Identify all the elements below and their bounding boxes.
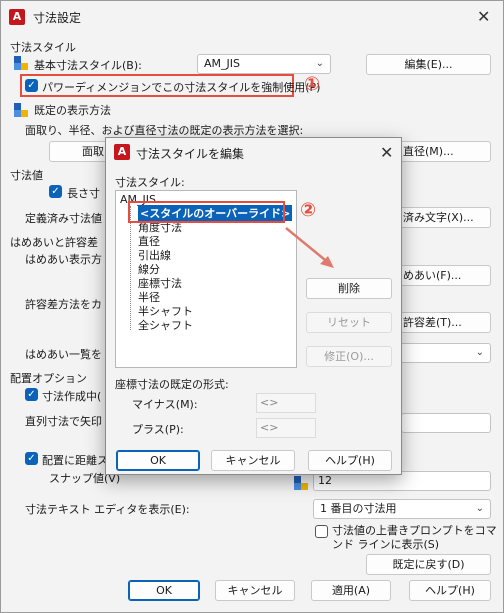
- section-default-display: 既定の表示方法: [34, 104, 111, 117]
- section-dim-value: 寸法値: [10, 169, 43, 182]
- apply-button[interactable]: 適用(A): [311, 580, 391, 601]
- modify-style-button[interactable]: 修正(O)...: [306, 346, 392, 367]
- force-style-checkbox[interactable]: ✓: [25, 79, 38, 92]
- minus-label: マイナス(M):: [132, 398, 198, 411]
- base-style-value: AM_JIS: [204, 57, 240, 70]
- place-distance-checkbox[interactable]: ✓: [25, 452, 38, 465]
- plus-value: <>: [260, 421, 279, 434]
- annotation-marker-1: ①: [304, 73, 321, 95]
- dialog-ok-button[interactable]: OK: [116, 450, 200, 471]
- chevron-down-icon: ⌄: [475, 503, 484, 514]
- section-fit-tolerance: はめあいと許容差: [10, 236, 98, 249]
- annotation-arrow-icon: [285, 227, 334, 268]
- snap-icon: [294, 476, 308, 490]
- tolerance-method-label: 許容差方法をカ: [25, 298, 102, 311]
- tree-line: [130, 206, 131, 330]
- list-item[interactable]: 全シャフト: [138, 317, 193, 333]
- fit-list-label: はめあい一覧を: [25, 348, 102, 361]
- minus-field[interactable]: <>: [256, 393, 316, 413]
- predefined-text-button[interactable]: 済み文字(X)...: [398, 207, 491, 228]
- overwrite-prompt-checkbox[interactable]: [315, 525, 328, 538]
- chamfer-button[interactable]: 面取: [49, 141, 111, 162]
- long-dim-label: 長さ寸: [67, 187, 100, 200]
- title-bar: A 寸法設定 ✕: [1, 1, 503, 33]
- edit-style-button[interactable]: 編集(E)...: [366, 54, 491, 75]
- dialog-close-icon[interactable]: ✕: [380, 143, 393, 162]
- chevron-down-icon: ⌄: [475, 347, 484, 358]
- minus-value: <>: [260, 396, 279, 409]
- fit-list-combo[interactable]: ⌄: [398, 343, 491, 363]
- dialog-title: 寸法スタイルを編集: [136, 147, 245, 161]
- series-field[interactable]: [401, 413, 491, 433]
- text-editor-label: 寸法テキスト エディタを表示(E):: [25, 503, 190, 516]
- reset-style-button[interactable]: リセット: [306, 312, 392, 333]
- text-editor-combo[interactable]: 1 番目の寸法用 ⌄: [313, 499, 491, 519]
- chevron-down-icon: ⌄: [315, 58, 324, 69]
- highlight-box-2: [128, 201, 285, 223]
- section-placement: 配置オプション: [10, 372, 87, 385]
- section-dimstyle: 寸法スタイル: [10, 41, 76, 54]
- plus-label: プラス(P):: [132, 423, 184, 436]
- default-display-icon: [14, 103, 28, 117]
- window-title: 寸法設定: [33, 11, 82, 25]
- edit-dimstyle-dialog: A 寸法スタイルを編集 ✕ 寸法スタイル: AM_JIS <スタイルのオーバーラ…: [105, 137, 402, 475]
- delete-style-button[interactable]: 削除: [306, 278, 392, 299]
- restore-default-button[interactable]: 既定に戻す(D): [366, 554, 491, 575]
- predefined-label: 定義済み寸法値: [25, 212, 102, 225]
- coord-format-label: 座標寸法の既定の形式:: [115, 378, 229, 391]
- dialog-app-icon: A: [114, 144, 130, 160]
- cancel-button[interactable]: キャンセル: [215, 580, 295, 601]
- app-icon: A: [9, 9, 25, 25]
- ok-button[interactable]: OK: [128, 580, 200, 601]
- long-dim-checkbox[interactable]: ✓: [49, 185, 62, 198]
- create-label: 寸法作成中(: [42, 390, 102, 403]
- text-editor-value: 1 番目の寸法用: [320, 502, 397, 515]
- series-label: 直列寸法で矢印: [25, 415, 102, 428]
- base-style-combo[interactable]: AM_JIS ⌄: [197, 54, 331, 74]
- dialog-cancel-button[interactable]: キャンセル: [211, 450, 295, 471]
- force-style-label: パワーディメンジョンでこの寸法スタイルを強制使用(P): [42, 81, 321, 94]
- fit-display-label: はめあい表示方: [25, 253, 102, 266]
- base-style-label: 基本寸法スタイル(B):: [34, 59, 142, 72]
- plus-field[interactable]: <>: [256, 418, 316, 438]
- help-button[interactable]: ヘルプ(H): [409, 580, 491, 601]
- create-checkbox[interactable]: ✓: [25, 388, 38, 401]
- dimstyle-icon: [14, 56, 28, 70]
- diameter-button[interactable]: 直径(M)...: [398, 141, 491, 162]
- dialog-help-button[interactable]: ヘルプ(H): [308, 450, 392, 471]
- tolerance-button[interactable]: 許容差(T)...: [398, 312, 491, 333]
- dialog-list-label: 寸法スタイル:: [115, 176, 185, 189]
- default-display-desc: 面取り、半径、および直径寸法の既定の表示方法を選択:: [25, 124, 304, 137]
- close-icon[interactable]: ✕: [477, 7, 490, 26]
- fit-button[interactable]: めあい(F)...: [398, 265, 491, 286]
- place-distance-label: 配置に距離ス: [42, 454, 108, 467]
- snap-value: 12: [318, 474, 332, 487]
- overwrite-prompt-label-2: ンド ラインに表示(S): [332, 538, 440, 551]
- annotation-marker-2: ②: [300, 199, 317, 221]
